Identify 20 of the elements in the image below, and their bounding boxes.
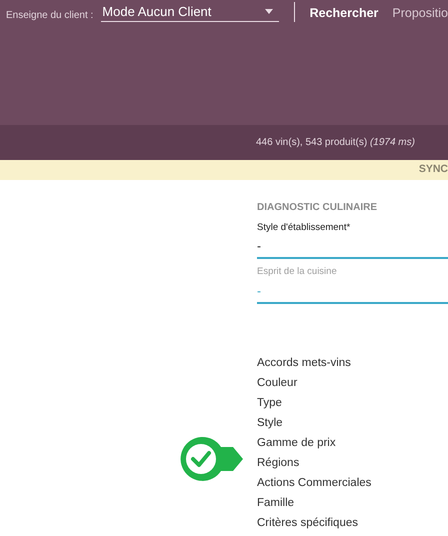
client-label: Enseigne du client : xyxy=(6,9,94,23)
field-label: Esprit de la cuisine xyxy=(257,265,338,280)
filter-item[interactable]: Type xyxy=(257,394,282,412)
filter-item[interactable]: Accords mets-vins xyxy=(257,354,351,372)
section-title: DIAGNOSTIC CULINAIRE xyxy=(257,201,378,215)
dropdown-caret-icon xyxy=(264,9,273,14)
result-count: 446 vin(s), 543 produit(s) (1974 ms) xyxy=(256,136,415,150)
client-select[interactable]: Mode Aucun Client xyxy=(101,2,279,22)
select-field[interactable]: - xyxy=(257,235,448,260)
field-label: Style d'établissement* xyxy=(257,221,352,235)
nav-tab[interactable]: Rechercher xyxy=(310,4,378,23)
filter-item[interactable]: Régions xyxy=(257,454,300,472)
filter-item[interactable]: Gamme de prix xyxy=(257,434,336,452)
filter-item[interactable]: Critères spécifiques xyxy=(257,514,358,532)
filter-item[interactable]: Famille xyxy=(257,494,294,512)
sync-label: SYNC xyxy=(418,162,448,178)
filter-item[interactable]: Couleur xyxy=(257,374,298,392)
nav-tab[interactable]: Propositio xyxy=(392,4,448,23)
filter-item[interactable]: Actions Commerciales xyxy=(257,474,372,492)
filter-item[interactable]: Style xyxy=(257,414,283,432)
